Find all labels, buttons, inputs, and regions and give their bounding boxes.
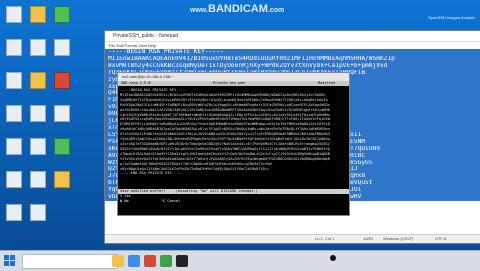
terminal-window[interactable]: ec2-user@ip-10-186-0-158:~ GNU nano 2.9.… xyxy=(117,72,350,216)
terminal-line: zTNpoL8f5DiHaXrE1bw9VfC5Em3IsgCVjNGFdqHx… xyxy=(120,151,330,156)
save-prompt-question: Save modified buffer? xyxy=(120,189,166,193)
file-explorer-icon[interactable] xyxy=(112,255,124,267)
mouse-cursor xyxy=(330,255,336,261)
terminal-line: Vt5V4hXiHeVQu5tYqC3nRa8Lm0ZwKe1bSxT7dGvH… xyxy=(120,156,330,161)
desktop-icon[interactable] xyxy=(54,39,70,56)
terminal-taskbar-icon[interactable] xyxy=(176,255,188,267)
desktop-icon[interactable] xyxy=(54,105,70,122)
prompt-option-no-label: N No xyxy=(120,199,129,203)
nano-modified: Modified xyxy=(318,81,335,85)
nano-save-prompt[interactable]: Save modified buffer? (Answering "No" wi… xyxy=(118,189,349,215)
terminal-buffer[interactable]: -----BEGIN RSA PRIVATE KEY----- MIIEowIBA… xyxy=(120,88,347,184)
terminal-line: -----END RSA PRIVATE KEY----- xyxy=(120,171,183,176)
nano-header-bar: GNU nano 2.9.8 Private key.pem Modified xyxy=(118,81,349,86)
status-eol: Windows (CRLF) xyxy=(383,236,414,241)
watermark-suffix: .com xyxy=(267,7,285,14)
watermark-prefix: www. xyxy=(190,7,209,14)
terminal-line: pVfbC8nH5+tUw+NbLSzHJVD0J3dR2eLCJ8tSaMpY… xyxy=(120,107,330,112)
desktop-icon[interactable] xyxy=(6,6,22,23)
chrome-taskbar-icon[interactable] xyxy=(160,255,172,267)
prompt-option-no[interactable]: N No ^C Cancel xyxy=(118,199,349,204)
watermark-brand: BANDICAM xyxy=(208,3,268,15)
terminal-line: 3sqBNyUeT1xTDyUo6nRjhXy+mPdkZQYv3tXnVy8k… xyxy=(120,97,328,102)
edge-browser-icon[interactable] xyxy=(128,255,140,267)
desktop-icon[interactable] xyxy=(30,204,46,221)
notepad-line: -----BEGIN RSA PRIVATE KEY----- xyxy=(105,49,480,56)
start-button[interactable] xyxy=(4,255,16,267)
save-prompt-warning: (Answering "No" will DISCARD changes.) xyxy=(175,189,258,193)
desktop-icon[interactable] xyxy=(6,138,22,155)
taskbar-search-box[interactable] xyxy=(22,254,118,269)
desktop-icon[interactable] xyxy=(54,72,70,89)
desktop-icon[interactable] xyxy=(6,105,22,122)
notepad-menu-bar[interactable]: File Edit Format View Help xyxy=(105,42,480,49)
status-zoom: 100% xyxy=(363,236,374,241)
desktop-icon[interactable] xyxy=(54,138,70,155)
desktop-icon[interactable] xyxy=(6,39,22,56)
desktop-icon[interactable] xyxy=(6,72,22,89)
nano-filename: Private key.pem xyxy=(213,81,245,85)
desktop-icon[interactable] xyxy=(30,72,46,89)
taskbar xyxy=(0,250,480,271)
status-encoding: UTF-8 xyxy=(435,236,447,241)
desktop-icon[interactable] xyxy=(30,105,46,122)
nano-version: GNU nano 2.9.8 xyxy=(121,81,151,85)
bandicam-taskbar-icon[interactable] xyxy=(144,255,156,267)
notepad-line: MIIEowIBAAKCAQEAnE0V41/BI0SuxUYH8TeS4RUd… xyxy=(105,55,480,63)
desktop-icon[interactable] xyxy=(30,6,46,23)
terminal-title: ec2-user@ip-10-186-0-158:~ xyxy=(118,73,349,81)
desktop-icon[interactable] xyxy=(30,171,46,188)
notepad-title: PrivateSSH_public - Notepad xyxy=(105,31,480,42)
terminal-line: RsHYQAw2NpI3Cp1uNK4SFrIaPNQFiBzyD9UjWbFo… xyxy=(120,102,330,107)
desktop-icon[interactable] xyxy=(54,6,70,23)
desktop-icon[interactable] xyxy=(6,204,22,221)
notepad-line: 8xvM0l8h2y4cCGkKBc3sqBNyUeT1xTDyUo6nRjhX… xyxy=(105,62,480,70)
status-position: Ln 1, Col 1 xyxy=(315,236,335,241)
notepad-status-bar: Ln 1, Col 1 100% Windows (CRLF) UTF-8 xyxy=(105,234,480,243)
desktop-icon-label-topright[interactable]: OpenSSH keygen Analytic xyxy=(428,15,478,20)
desktop-icon[interactable] xyxy=(30,39,46,56)
prompt-option-cancel[interactable]: ^C Cancel xyxy=(161,199,180,203)
desktop-icon[interactable] xyxy=(54,171,70,188)
desktop-icon[interactable] xyxy=(30,138,46,155)
bandicam-watermark: www.BANDICAM.com xyxy=(190,3,284,15)
desktop-icon[interactable] xyxy=(6,171,22,188)
